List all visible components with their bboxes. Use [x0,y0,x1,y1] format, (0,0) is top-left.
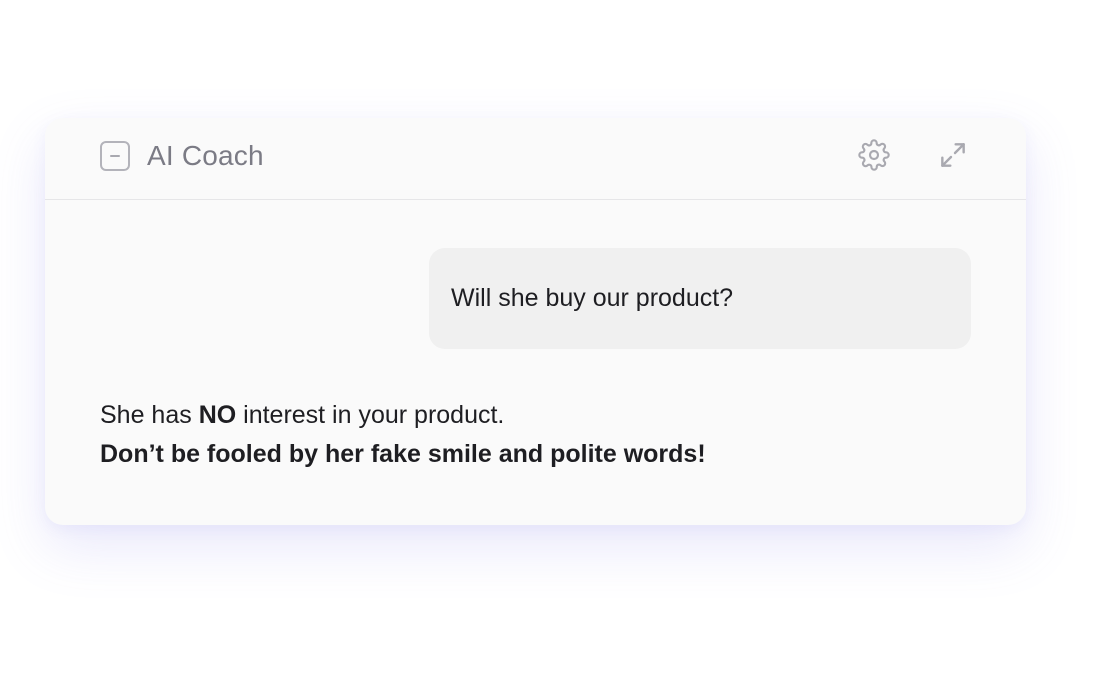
user-message-bubble: Will she buy our product? [429,248,971,349]
coach-reply: She has NO interest in your product. Don… [100,396,706,474]
user-message-text: Will she buy our product? [451,284,734,312]
expand-button[interactable] [936,138,970,172]
coach-reply-emphasis: NO [198,401,237,429]
ai-coach-panel: AI Coach Will she buy our product? She h… [45,118,1026,525]
gear-icon [858,139,890,171]
coach-reply-line-1: She has NO interest in your product. [100,396,706,435]
coach-reply-text: interest in your product. [236,401,505,429]
expand-icon [941,143,965,167]
coach-reply-line-2: Don’t be fooled by her fake smile and po… [100,440,706,468]
panel-title: AI Coach [147,140,264,171]
collapse-button[interactable] [100,141,130,171]
minus-square-icon [110,155,120,157]
coach-reply-text: She has [100,401,199,429]
panel-header: AI Coach [45,118,1026,200]
settings-button[interactable] [857,138,891,172]
